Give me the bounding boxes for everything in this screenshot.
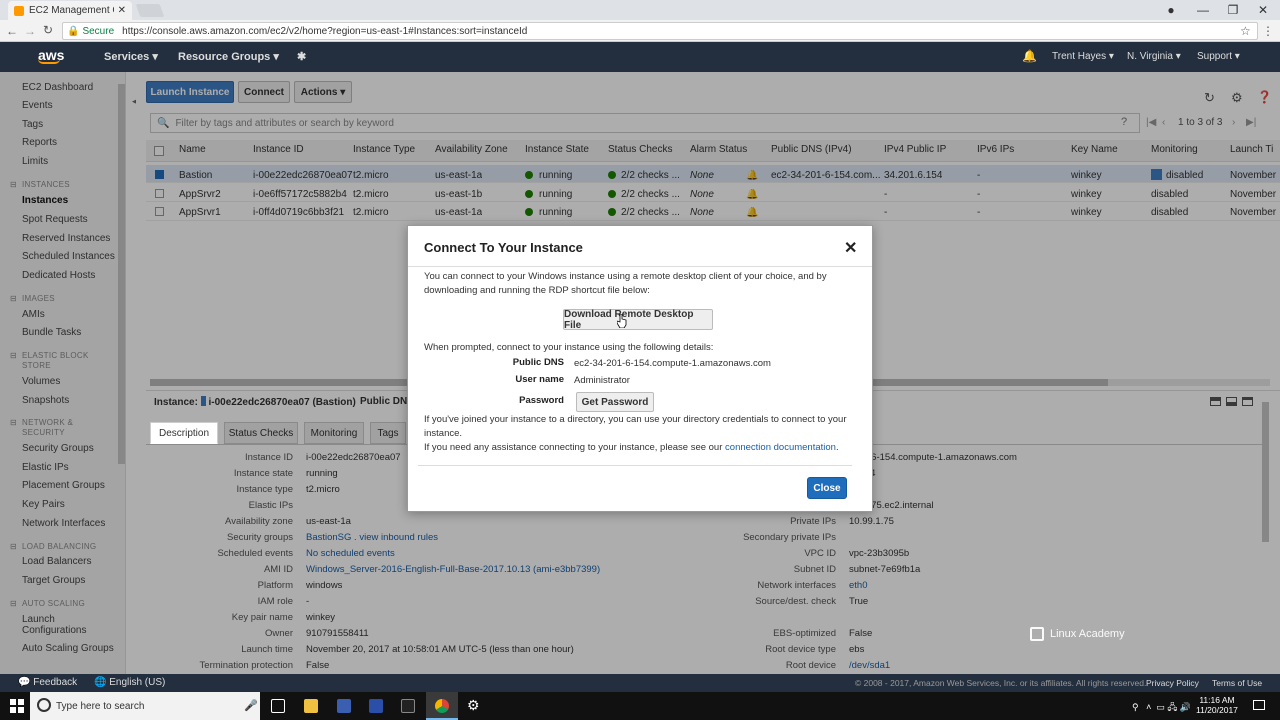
pin-icon[interactable]: ✱	[297, 50, 306, 63]
download-rdp-button[interactable]: Download Remote Desktop File	[563, 309, 713, 331]
powershell-icon[interactable]	[369, 699, 383, 713]
help-text: If you need any assistance connecting to…	[424, 442, 723, 453]
services-label: Services	[104, 51, 150, 63]
region-menu[interactable]: N. Virginia ▾	[1127, 51, 1181, 62]
modal-prompt-text: When prompted, connect to your instance …	[424, 342, 714, 353]
modal-close-icon[interactable]: ✕	[844, 238, 857, 258]
bookmark-star-icon[interactable]: ☆	[1240, 24, 1251, 38]
back-icon[interactable]: ←	[6, 24, 18, 38]
region-label: N. Virginia	[1127, 51, 1173, 62]
language-label: English (US)	[109, 677, 166, 688]
support-label: Support	[1197, 51, 1233, 62]
connection-documentation-link[interactable]: connection documentation	[725, 442, 836, 453]
browser-tab[interactable]: EC2 Management Conso ✕	[8, 1, 132, 20]
settings-taskbar-icon[interactable]: ⚙	[467, 697, 480, 714]
tab-description[interactable]: Description	[150, 422, 218, 444]
bell-icon[interactable]: 🔔	[1022, 49, 1037, 63]
modal-title: Connect To Your Instance	[424, 240, 583, 255]
connect-modal: Connect To Your Instance ✕ You can conne…	[407, 225, 873, 512]
aws-favicon-icon	[14, 5, 24, 16]
support-menu[interactable]: Support ▾	[1197, 51, 1240, 62]
public-dns-value: ec2-34-201-6-154.compute-1.amazonaws.com	[574, 358, 771, 369]
taskbar-search-input[interactable]: Type here to search	[30, 692, 260, 720]
profile-icon[interactable]: ●	[1156, 0, 1186, 20]
language-selector[interactable]: 🌐 English (US)	[94, 677, 165, 688]
windows-start-icon[interactable]	[10, 699, 24, 713]
cortana-icon	[37, 698, 51, 712]
aws-logo[interactable]: aws	[38, 48, 64, 64]
globe-icon: 🌐	[94, 677, 107, 688]
url-input[interactable]: 🔒 Secure https://console.aws.amazon.com/…	[62, 22, 1258, 40]
copyright-text: © 2008 - 2017, Amazon Web Services, Inc.…	[855, 678, 1147, 688]
privacy-policy-link[interactable]: Privacy Policy	[1146, 678, 1199, 688]
close-tab-icon[interactable]: ✕	[118, 5, 126, 16]
modal-help-text: If you need any assistance connecting to…	[424, 442, 839, 453]
aws-logo-text: aws	[38, 47, 65, 63]
user-name-label: User name	[515, 374, 564, 385]
linux-academy-logo-icon	[1030, 627, 1044, 641]
forward-icon[interactable]: →	[24, 24, 36, 38]
modal-intro-text: You can connect to your Windows instance…	[424, 271, 827, 296]
search-placeholder: Type here to search	[56, 700, 145, 712]
new-tab-button[interactable]	[135, 4, 165, 17]
user-name-value: Administrator	[574, 375, 630, 386]
secure-label: Secure	[82, 25, 115, 37]
reload-icon[interactable]: ↻	[43, 23, 53, 37]
notifications-icon[interactable]	[1253, 700, 1265, 710]
taskbar-clock[interactable]: 11:16 AM 11/20/2017	[1196, 695, 1238, 715]
modal-divider-bottom	[418, 465, 852, 466]
lock-icon: 🔒	[67, 25, 80, 37]
public-dns-label: Public DNS	[512, 357, 564, 368]
task-view-icon[interactable]	[271, 699, 285, 713]
clock-date: 11/20/2017	[1196, 705, 1238, 715]
browser-menu-icon[interactable]: ⋮	[1262, 24, 1274, 38]
close-window-icon[interactable]: ✕	[1248, 0, 1278, 20]
feedback-icon: 💬	[18, 677, 31, 688]
clock-time: 11:16 AM	[1199, 695, 1235, 705]
maximize-icon[interactable]: ❐	[1218, 0, 1248, 20]
system-tray-icons[interactable]: ⚲ ˄ ▭ 🖧 🔊	[1132, 700, 1191, 716]
close-button[interactable]: Close	[807, 477, 847, 499]
password-label: Password	[519, 395, 564, 406]
services-menu[interactable]: Services ▾	[104, 50, 158, 63]
user-name: Trent Hayes	[1052, 51, 1107, 62]
feedback-label: Feedback	[33, 677, 78, 688]
watermark-text: Linux Academy	[1050, 628, 1125, 640]
get-password-button[interactable]: Get Password	[576, 392, 654, 412]
terminal-icon[interactable]	[401, 699, 415, 713]
url-text: https://console.aws.amazon.com/ec2/v2/ho…	[122, 25, 528, 37]
minimize-icon[interactable]: —	[1188, 0, 1218, 20]
app-icon[interactable]	[337, 699, 351, 713]
linux-academy-watermark: Linux Academy	[1030, 627, 1125, 641]
modal-divider	[408, 266, 872, 267]
microphone-icon[interactable]: 🎤	[244, 699, 258, 712]
chrome-icon	[435, 699, 449, 713]
feedback-link[interactable]: 💬 Feedback	[18, 677, 77, 688]
modal-directory-text: If you've joined your instance to a dire…	[424, 414, 847, 439]
terms-link[interactable]: Terms of Use	[1212, 678, 1262, 688]
user-menu[interactable]: Trent Hayes ▾	[1052, 51, 1114, 62]
tab-title: EC2 Management Conso	[29, 5, 114, 16]
mouse-cursor-icon	[617, 314, 627, 328]
resource-groups-label: Resource Groups	[178, 51, 271, 63]
resource-groups-menu[interactable]: Resource Groups ▾	[178, 50, 279, 63]
browser-tab-bar	[0, 0, 1280, 20]
file-explorer-icon[interactable]	[304, 699, 318, 713]
